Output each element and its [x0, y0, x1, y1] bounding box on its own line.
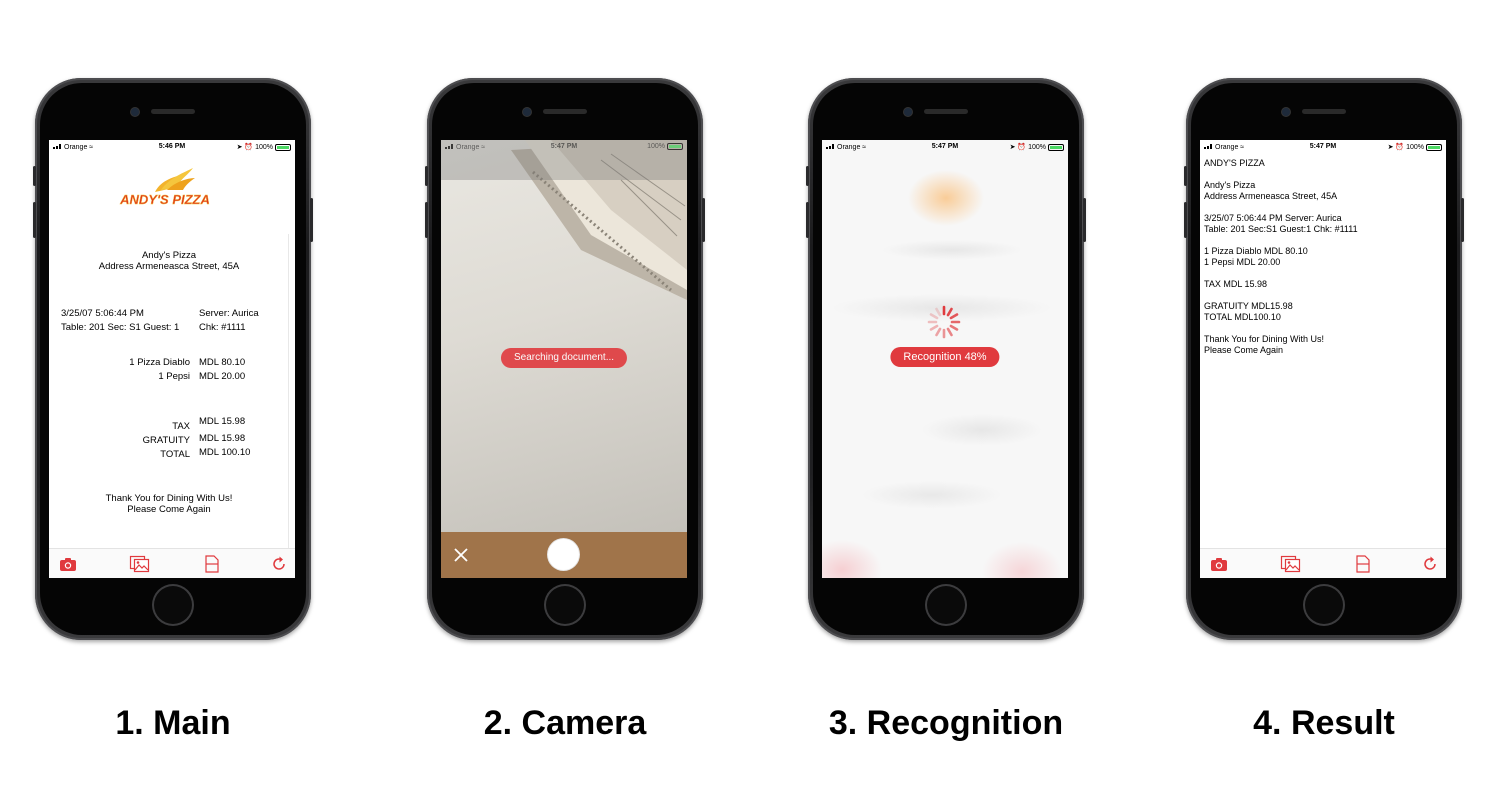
status-bar: Orange ≈ 5:47 PM ➤ ⏰ 100%: [1200, 140, 1446, 154]
receipt-view: ANDY'S PIZZA Andy's Pizza Address Armene…: [49, 154, 289, 548]
caption-main: 1. Main: [115, 704, 231, 742]
receipt-server: Server: Aurica: [199, 308, 259, 319]
phone-recognition: Orange ≈ 5:47 PM ➤ ⏰ 100% Recognition 48…: [806, 78, 1086, 640]
screen-result: Orange ≈ 5:47 PM ➤ ⏰ 100% ANDY'S PIZZA A…: [1200, 140, 1446, 578]
camera-feed-notebook: [441, 140, 687, 300]
receipt-come-again: Please Come Again: [127, 504, 211, 515]
total-label: TOTAL: [160, 449, 190, 460]
refresh-icon[interactable]: [1421, 555, 1439, 573]
bottom-toolbar: [49, 548, 295, 578]
total-value: MDL 100.10: [199, 447, 251, 458]
phone-camera: Orange ≈ 5:47 PM 100% Searching document…: [425, 78, 705, 640]
caption-recognition: 3. Recognition: [828, 704, 1064, 742]
result-block: GRATUITY MDL15.98 TOTAL MDL100.10: [1204, 301, 1293, 322]
speaker: [543, 109, 587, 114]
result-block: Andy's Pizza Address Armeneasca Street, 4…: [1204, 180, 1338, 201]
camera-icon[interactable]: [59, 555, 77, 573]
bottom-toolbar: [1200, 548, 1446, 578]
loading-spinner-icon: [927, 305, 961, 339]
gallery-icon[interactable]: [129, 555, 151, 573]
searching-document-pill: Searching document...: [500, 348, 628, 368]
total-value: MDL 15.98: [199, 433, 246, 444]
front-camera: [131, 108, 139, 116]
result-block: 1 Pizza Diablo MDL 80.10 1 Pepsi MDL 20.0…: [1204, 246, 1308, 267]
receipt-datetime: 3/25/07 5:06:44 PM: [61, 308, 144, 319]
screen-recognition: Orange ≈ 5:47 PM ➤ ⏰ 100% Recognition 48…: [822, 140, 1068, 578]
front-camera: [904, 108, 912, 116]
result-block: ANDY'S PIZZA: [1204, 158, 1265, 168]
recognized-text[interactable]: ANDY'S PIZZA Andy's Pizza Address Armenea…: [1204, 158, 1358, 367]
refresh-icon[interactable]: [270, 555, 288, 573]
result-block: Thank You for Dining With Us! Please Come…: [1204, 334, 1325, 355]
svg-text:ANDY'S PIZZA: ANDY'S PIZZA: [119, 192, 210, 207]
caption-camera: 2. Camera: [483, 704, 647, 742]
battery-icon: [667, 143, 683, 150]
item-name: 1 Pepsi: [158, 371, 190, 382]
screen-main: Orange ≈ 5:46 PM ➤ ⏰ 100% ANDY'S PIZZA A…: [49, 140, 295, 578]
close-icon[interactable]: [453, 547, 469, 563]
gallery-icon[interactable]: [1280, 555, 1302, 573]
status-bar: Orange ≈ 5:47 PM 100%: [441, 140, 687, 154]
status-bar: Orange ≈ 5:47 PM ➤ ⏰ 100%: [822, 140, 1068, 154]
battery-icon: [1048, 143, 1064, 151]
shutter-button[interactable]: [548, 539, 579, 570]
screen-camera: Orange ≈ 5:47 PM 100% Searching document…: [441, 140, 687, 578]
total-value: MDL 15.98: [199, 416, 246, 427]
phone-result: Orange ≈ 5:47 PM ➤ ⏰ 100% ANDY'S PIZZA A…: [1184, 78, 1464, 640]
phone-main: Orange ≈ 5:46 PM ➤ ⏰ 100% ANDY'S PIZZA A…: [33, 78, 313, 640]
receipt-thanks: Thank You for Dining With Us!: [105, 493, 233, 504]
camera-control-bar: [441, 532, 687, 578]
total-label: TAX: [172, 421, 190, 432]
receipt-table: Table: 201 Sec: S1 Guest: 1: [61, 322, 180, 333]
andys-pizza-logo: ANDY'S PIZZA: [119, 168, 210, 207]
result-block: 3/25/07 5:06:44 PM Server: Aurica Table: …: [1204, 213, 1358, 234]
home-button: [925, 584, 967, 626]
item-price: MDL 20.00: [199, 371, 246, 382]
recognition-progress-pill: Recognition 48%: [890, 347, 1000, 367]
caption-result: 4. Result: [1253, 704, 1395, 742]
front-camera: [1282, 108, 1290, 116]
document-icon[interactable]: [1354, 555, 1372, 573]
item-price: MDL 80.10: [199, 357, 246, 368]
home-button: [1303, 584, 1345, 626]
result-block: TAX MDL 15.98: [1204, 279, 1268, 289]
battery-icon: [1426, 143, 1442, 151]
camera-icon[interactable]: [1210, 555, 1228, 573]
status-bar: Orange ≈ 5:46 PM ➤ ⏰ 100%: [49, 140, 295, 154]
battery-icon: [275, 143, 291, 151]
speaker: [1302, 109, 1346, 114]
home-button: [152, 584, 194, 626]
receipt-name: Andy's Pizza: [141, 250, 197, 261]
speaker: [924, 109, 968, 114]
front-camera: [523, 108, 531, 116]
receipt-check: Chk: #1111: [199, 322, 246, 333]
speaker: [151, 109, 195, 114]
receipt-address: Address Armeneasca Street, 45A: [98, 261, 240, 272]
home-button: [544, 584, 586, 626]
item-name: 1 Pizza Diablo: [129, 357, 190, 368]
document-icon[interactable]: [203, 555, 221, 573]
total-label: GRATUITY: [142, 435, 190, 446]
